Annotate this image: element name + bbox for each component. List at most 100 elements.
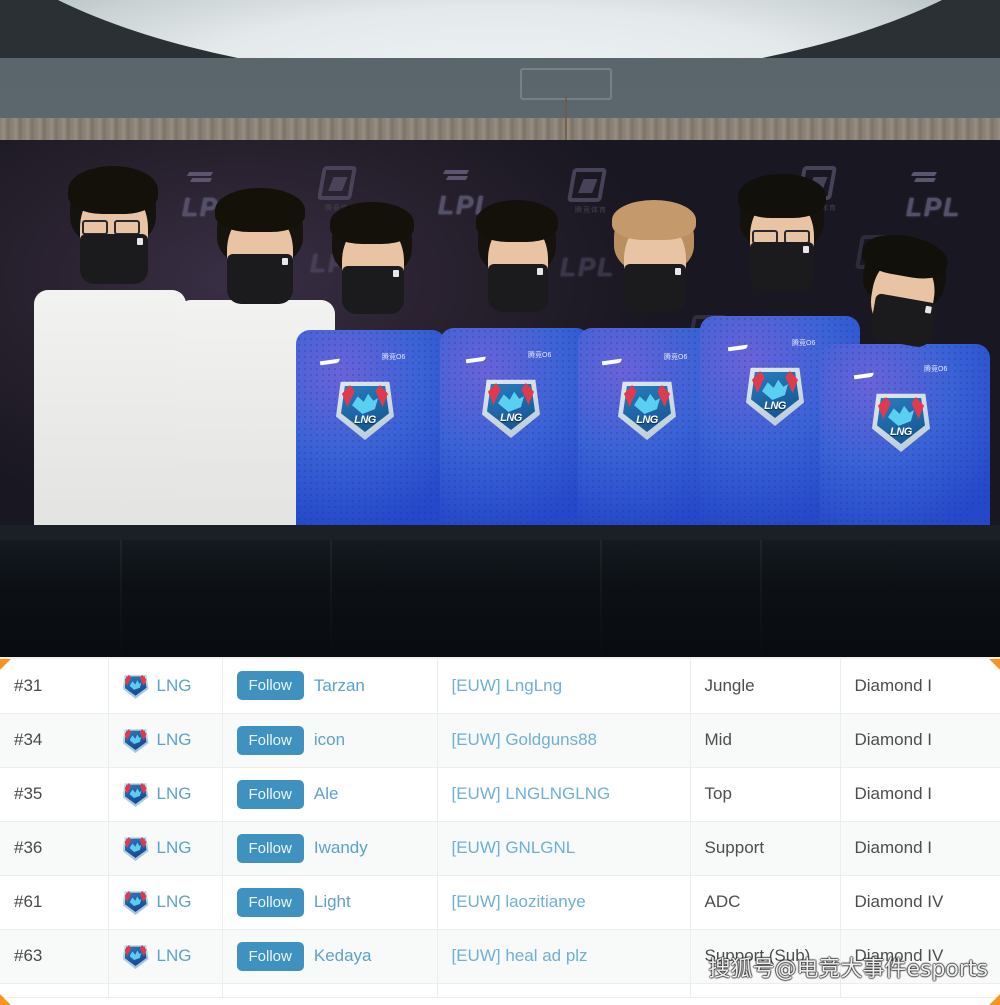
- account-cell[interactable]: [EUW] GNLGNL: [437, 821, 691, 876]
- hair-front: [68, 166, 158, 214]
- player-name-link[interactable]: Iwandy: [314, 838, 368, 857]
- corner-accent-icon: [988, 659, 1000, 671]
- follow-button[interactable]: Follow: [236, 833, 304, 863]
- nike-swoosh-icon: [466, 354, 486, 363]
- lng-crest-icon: LNG: [618, 378, 676, 440]
- team-name: LNG: [156, 730, 192, 749]
- face-mask: [80, 234, 148, 284]
- player-cell: Follow Light: [222, 875, 438, 930]
- face-mask: [750, 242, 814, 292]
- player-cell: Follow Ale: [222, 767, 438, 822]
- player-cell: Follow Kedaya: [222, 929, 438, 984]
- person-player-5: 腾竞O6 LNG: [820, 220, 990, 542]
- player-cell: Follow Tarzan: [222, 659, 438, 714]
- tier-cell: Diamond I: [840, 821, 1000, 876]
- account-name-link[interactable]: [EUW] LNGLNGLNG: [452, 784, 611, 803]
- team-name: LNG: [156, 784, 192, 803]
- tier-cell: Diamond I: [840, 659, 1000, 714]
- tier-cell: Diamond I: [840, 713, 1000, 768]
- follow-button[interactable]: Follow: [236, 887, 304, 917]
- team-cell[interactable]: LNG: [108, 929, 223, 984]
- lng-crest-icon: LNG: [746, 364, 804, 426]
- lng-team-logo-icon: [122, 835, 149, 861]
- table-row[interactable]: #34 LNG Follow icon [EUW] Goldguns88 Mid Diamo…: [0, 713, 1000, 768]
- corner-accent-icon: [0, 659, 12, 671]
- account-name-link[interactable]: [EUW] laozitianye: [452, 892, 586, 911]
- press-conference-photo: LPL LPL LPL LPL LPL 腾竞体育 腾竞体育 腾: [0, 0, 1000, 657]
- role-cell: Top: [690, 767, 841, 822]
- conference-desk-cloth: [0, 540, 1000, 657]
- team-name: LNG: [156, 946, 192, 965]
- role-cell: Mid: [690, 713, 841, 768]
- lng-team-logo-icon: [122, 889, 149, 915]
- nike-swoosh-icon: [320, 356, 340, 365]
- nike-swoosh-icon: [854, 370, 874, 379]
- lpl-mark-icon: [910, 172, 938, 185]
- account-cell[interactable]: [EUW] laozitianye: [437, 875, 691, 930]
- table-row[interactable]: #35 LNG Follow Ale [EUW] LNGLNGLNG Top Diamond…: [0, 767, 1000, 822]
- account-name-link[interactable]: [EUW] Goldguns88: [452, 730, 598, 749]
- account-cell[interactable]: [EUW] LngLng: [437, 659, 691, 714]
- jersey-sponsor-text: 腾竞O6: [664, 354, 688, 361]
- jersey-sponsor-text: 腾竞O6: [792, 340, 816, 347]
- tier-cell: Diamond IV: [840, 875, 1000, 930]
- table-row[interactable]: #31 LNG Follow Tarzan [EUW] LngLng Jungle Diam…: [0, 659, 1000, 714]
- lng-crest-icon: LNG: [482, 376, 540, 438]
- player-name-link[interactable]: icon: [314, 730, 345, 749]
- account-name-link[interactable]: [EUW] GNLGNL: [452, 838, 576, 857]
- table-row[interactable]: #36 LNG Follow Iwandy [EUW] GNLGNL Support Dia…: [0, 821, 1000, 876]
- account-cell[interactable]: [EUW] Goldguns88: [437, 713, 691, 768]
- hair-front: [215, 188, 305, 232]
- hair-front: [738, 174, 826, 218]
- corner-accent-icon: [0, 993, 12, 1005]
- team-cell[interactable]: LNG: [108, 875, 223, 930]
- team-cell[interactable]: LNG: [108, 659, 223, 714]
- rank-cell: #34: [0, 713, 109, 768]
- account-cell[interactable]: [EUW] LNGLNGLNG: [437, 767, 691, 822]
- hair-front: [330, 202, 414, 244]
- lng-team-logo-icon: [122, 673, 149, 699]
- rank-cell: #31: [0, 659, 109, 714]
- role-cell: Jungle: [690, 659, 841, 714]
- table-row[interactable]: #61 LNG Follow Light [EUW] laozitianye ADC Dia…: [0, 875, 1000, 930]
- face-mask: [624, 264, 686, 312]
- nike-swoosh-icon: [728, 342, 748, 351]
- player-name-link[interactable]: Kedaya: [314, 946, 372, 965]
- follow-button[interactable]: Follow: [236, 779, 304, 809]
- person-coach-1: [30, 140, 190, 540]
- lpl-logo-text: LPL: [906, 192, 962, 222]
- player-name-link[interactable]: Ale: [314, 784, 339, 803]
- account-name-link[interactable]: [EUW] LngLng: [452, 676, 563, 695]
- table-row-partial[interactable]: [0, 983, 1000, 998]
- watermark: 搜狐号@电竞大事件esports: [708, 957, 988, 982]
- team-cell[interactable]: LNG: [108, 767, 223, 822]
- account-cell[interactable]: [EUW] heal ad plz: [437, 929, 691, 984]
- face-mask: [342, 266, 404, 314]
- rank-cell: #63: [0, 929, 109, 984]
- role-cell: Support: [690, 821, 841, 876]
- jersey-sponsor-text: 腾竞O6: [528, 352, 552, 359]
- lpl-mark-icon: [442, 170, 470, 183]
- account-name-link[interactable]: [EUW] heal ad plz: [452, 946, 588, 965]
- glasses-icon: [114, 220, 140, 235]
- nike-swoosh-icon: [602, 356, 622, 365]
- lng-team-logo-icon: [122, 781, 149, 807]
- jersey-sponsor-text: 腾竞O6: [924, 366, 948, 373]
- follow-button[interactable]: Follow: [236, 941, 304, 971]
- hair-front: [612, 200, 696, 240]
- lng-crest-icon: LNG: [336, 378, 394, 440]
- player-name-link[interactable]: Tarzan: [314, 676, 365, 695]
- player-name-link[interactable]: Light: [314, 892, 351, 911]
- follow-button[interactable]: Follow: [236, 671, 304, 701]
- team-cell[interactable]: LNG: [108, 713, 223, 768]
- lng-jersey: 腾竞O6 LNG: [296, 330, 446, 542]
- lng-team-logo-icon: [122, 943, 149, 969]
- lng-crest-icon: LNG: [872, 390, 930, 452]
- player-cell: Follow icon: [222, 713, 438, 768]
- screenshot-root: LPL LPL LPL LPL LPL 腾竞体育 腾竞体育 腾: [0, 0, 1000, 1005]
- glasses-icon: [82, 220, 108, 235]
- jersey-sponsor-text: 腾竞O6: [382, 354, 406, 361]
- follow-button[interactable]: Follow: [236, 725, 304, 755]
- face-mask: [488, 264, 548, 312]
- team-cell[interactable]: LNG: [108, 821, 223, 876]
